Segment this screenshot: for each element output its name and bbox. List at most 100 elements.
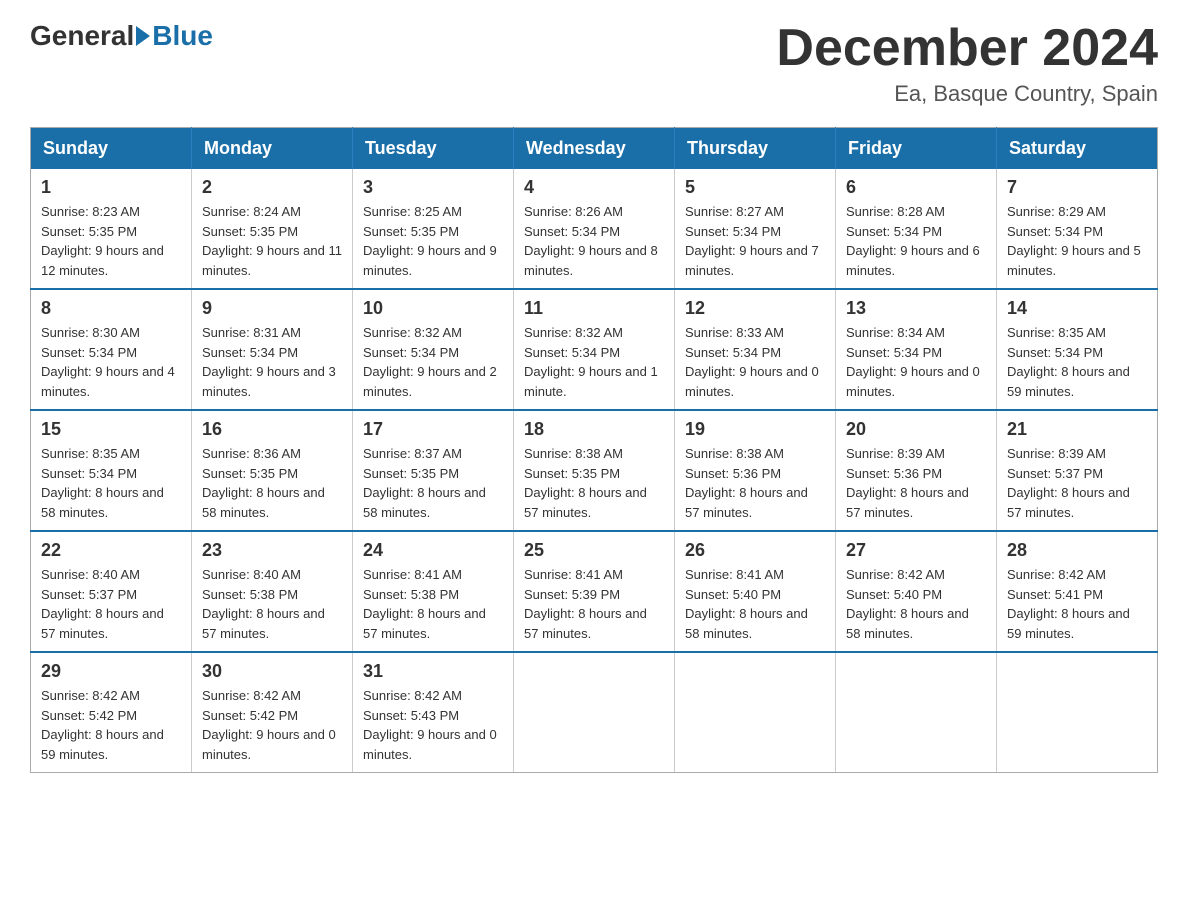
day-info: Sunrise: 8:29 AMSunset: 5:34 PMDaylight:… — [1007, 202, 1147, 280]
page-header: General Blue December 2024 Ea, Basque Co… — [30, 20, 1158, 107]
day-number: 26 — [685, 540, 825, 561]
calendar-body: 1 Sunrise: 8:23 AMSunset: 5:35 PMDaylight… — [31, 169, 1158, 773]
calendar-day-cell: 26 Sunrise: 8:41 AMSunset: 5:40 PMDayligh… — [675, 531, 836, 652]
day-number: 9 — [202, 298, 342, 319]
day-info: Sunrise: 8:39 AMSunset: 5:36 PMDaylight:… — [846, 444, 986, 522]
calendar-day-cell: 11Sunrise: 8:32 AMSunset: 5:34 PMDayligh… — [514, 289, 675, 410]
calendar-day-cell: 13Sunrise: 8:34 AMSunset: 5:34 PMDayligh… — [836, 289, 997, 410]
calendar-header: SundayMondayTuesdayWednesdayThursdayFrid… — [31, 128, 1158, 170]
calendar-day-cell: 27 Sunrise: 8:42 AMSunset: 5:40 PMDayligh… — [836, 531, 997, 652]
day-number: 28 — [1007, 540, 1147, 561]
calendar-day-cell: 25 Sunrise: 8:41 AMSunset: 5:39 PMDayligh… — [514, 531, 675, 652]
day-info: Sunrise: 8:39 AMSunset: 5:37 PMDaylight:… — [1007, 444, 1147, 522]
day-info: Sunrise: 8:35 AMSunset: 5:34 PMDaylight:… — [1007, 323, 1147, 401]
location: Ea, Basque Country, Spain — [776, 81, 1158, 107]
day-number: 1 — [41, 177, 181, 198]
day-info: Sunrise: 8:31 AMSunset: 5:34 PMDaylight:… — [202, 323, 342, 401]
day-info: Sunrise: 8:28 AMSunset: 5:34 PMDaylight:… — [846, 202, 986, 280]
day-number: 23 — [202, 540, 342, 561]
calendar-day-cell: 31 Sunrise: 8:42 AMSunset: 5:43 PMDayligh… — [353, 652, 514, 773]
day-of-week-header: Monday — [192, 128, 353, 170]
calendar-day-cell: 19 Sunrise: 8:38 AMSunset: 5:36 PMDayligh… — [675, 410, 836, 531]
calendar-day-cell: 18 Sunrise: 8:38 AMSunset: 5:35 PMDayligh… — [514, 410, 675, 531]
day-info: Sunrise: 8:32 AMSunset: 5:34 PMDaylight:… — [524, 323, 664, 401]
calendar-day-cell: 20 Sunrise: 8:39 AMSunset: 5:36 PMDayligh… — [836, 410, 997, 531]
day-number: 3 — [363, 177, 503, 198]
calendar-day-cell: 3 Sunrise: 8:25 AMSunset: 5:35 PMDaylight… — [353, 169, 514, 289]
calendar-day-cell: 12 Sunrise: 8:33 AMSunset: 5:34 PMDayligh… — [675, 289, 836, 410]
day-number: 19 — [685, 419, 825, 440]
day-of-week-header: Tuesday — [353, 128, 514, 170]
day-number: 15 — [41, 419, 181, 440]
day-number: 4 — [524, 177, 664, 198]
calendar-day-cell: 9 Sunrise: 8:31 AMSunset: 5:34 PMDaylight… — [192, 289, 353, 410]
logo: General Blue — [30, 20, 213, 52]
day-of-week-header: Thursday — [675, 128, 836, 170]
header-row: SundayMondayTuesdayWednesdayThursdayFrid… — [31, 128, 1158, 170]
calendar-day-cell — [514, 652, 675, 773]
day-number: 18 — [524, 419, 664, 440]
calendar-day-cell — [997, 652, 1158, 773]
calendar-day-cell: 21 Sunrise: 8:39 AMSunset: 5:37 PMDayligh… — [997, 410, 1158, 531]
day-info: Sunrise: 8:33 AMSunset: 5:34 PMDaylight:… — [685, 323, 825, 401]
day-info: Sunrise: 8:40 AMSunset: 5:38 PMDaylight:… — [202, 565, 342, 643]
day-info: Sunrise: 8:30 AMSunset: 5:34 PMDaylight:… — [41, 323, 181, 401]
day-of-week-header: Saturday — [997, 128, 1158, 170]
day-number: 31 — [363, 661, 503, 682]
day-number: 20 — [846, 419, 986, 440]
day-info: Sunrise: 8:42 AMSunset: 5:43 PMDaylight:… — [363, 686, 503, 764]
day-info: Sunrise: 8:35 AMSunset: 5:34 PMDaylight:… — [41, 444, 181, 522]
day-info: Sunrise: 8:38 AMSunset: 5:36 PMDaylight:… — [685, 444, 825, 522]
calendar-week-row: 22Sunrise: 8:40 AMSunset: 5:37 PMDayligh… — [31, 531, 1158, 652]
logo-blue-text: Blue — [152, 20, 213, 52]
calendar-day-cell: 2 Sunrise: 8:24 AMSunset: 5:35 PMDaylight… — [192, 169, 353, 289]
day-info: Sunrise: 8:25 AMSunset: 5:35 PMDaylight:… — [363, 202, 503, 280]
day-number: 25 — [524, 540, 664, 561]
day-number: 2 — [202, 177, 342, 198]
day-number: 12 — [685, 298, 825, 319]
day-number: 17 — [363, 419, 503, 440]
day-info: Sunrise: 8:32 AMSunset: 5:34 PMDaylight:… — [363, 323, 503, 401]
calendar-week-row: 8 Sunrise: 8:30 AMSunset: 5:34 PMDaylight… — [31, 289, 1158, 410]
calendar-day-cell: 14 Sunrise: 8:35 AMSunset: 5:34 PMDayligh… — [997, 289, 1158, 410]
calendar-table: SundayMondayTuesdayWednesdayThursdayFrid… — [30, 127, 1158, 773]
calendar-day-cell: 5Sunrise: 8:27 AMSunset: 5:34 PMDaylight… — [675, 169, 836, 289]
day-number: 13 — [846, 298, 986, 319]
day-number: 6 — [846, 177, 986, 198]
day-info: Sunrise: 8:26 AMSunset: 5:34 PMDaylight:… — [524, 202, 664, 280]
day-number: 27 — [846, 540, 986, 561]
day-info: Sunrise: 8:42 AMSunset: 5:42 PMDaylight:… — [41, 686, 181, 764]
calendar-day-cell — [675, 652, 836, 773]
day-number: 8 — [41, 298, 181, 319]
calendar-day-cell: 15 Sunrise: 8:35 AMSunset: 5:34 PMDayligh… — [31, 410, 192, 531]
day-info: Sunrise: 8:41 AMSunset: 5:40 PMDaylight:… — [685, 565, 825, 643]
calendar-day-cell: 24Sunrise: 8:41 AMSunset: 5:38 PMDayligh… — [353, 531, 514, 652]
header-right: December 2024 Ea, Basque Country, Spain — [776, 20, 1158, 107]
month-title: December 2024 — [776, 20, 1158, 77]
day-info: Sunrise: 8:36 AMSunset: 5:35 PMDaylight:… — [202, 444, 342, 522]
day-of-week-header: Sunday — [31, 128, 192, 170]
day-of-week-header: Friday — [836, 128, 997, 170]
day-info: Sunrise: 8:27 AMSunset: 5:34 PMDaylight:… — [685, 202, 825, 280]
day-number: 24 — [363, 540, 503, 561]
calendar-day-cell: 4 Sunrise: 8:26 AMSunset: 5:34 PMDaylight… — [514, 169, 675, 289]
calendar-day-cell: 7Sunrise: 8:29 AMSunset: 5:34 PMDaylight… — [997, 169, 1158, 289]
day-info: Sunrise: 8:41 AMSunset: 5:39 PMDaylight:… — [524, 565, 664, 643]
calendar-day-cell: 28 Sunrise: 8:42 AMSunset: 5:41 PMDayligh… — [997, 531, 1158, 652]
calendar-day-cell: 29Sunrise: 8:42 AMSunset: 5:42 PMDayligh… — [31, 652, 192, 773]
calendar-day-cell — [836, 652, 997, 773]
day-number: 21 — [1007, 419, 1147, 440]
calendar-week-row: 1 Sunrise: 8:23 AMSunset: 5:35 PMDaylight… — [31, 169, 1158, 289]
day-info: Sunrise: 8:23 AMSunset: 5:35 PMDaylight:… — [41, 202, 181, 280]
calendar-day-cell: 16Sunrise: 8:36 AMSunset: 5:35 PMDayligh… — [192, 410, 353, 531]
day-info: Sunrise: 8:24 AMSunset: 5:35 PMDaylight:… — [202, 202, 342, 280]
day-info: Sunrise: 8:38 AMSunset: 5:35 PMDaylight:… — [524, 444, 664, 522]
day-number: 14 — [1007, 298, 1147, 319]
day-info: Sunrise: 8:42 AMSunset: 5:41 PMDaylight:… — [1007, 565, 1147, 643]
day-info: Sunrise: 8:42 AMSunset: 5:42 PMDaylight:… — [202, 686, 342, 764]
calendar-day-cell: 30Sunrise: 8:42 AMSunset: 5:42 PMDayligh… — [192, 652, 353, 773]
day-info: Sunrise: 8:40 AMSunset: 5:37 PMDaylight:… — [41, 565, 181, 643]
day-info: Sunrise: 8:42 AMSunset: 5:40 PMDaylight:… — [846, 565, 986, 643]
day-number: 10 — [363, 298, 503, 319]
calendar-day-cell: 8 Sunrise: 8:30 AMSunset: 5:34 PMDaylight… — [31, 289, 192, 410]
